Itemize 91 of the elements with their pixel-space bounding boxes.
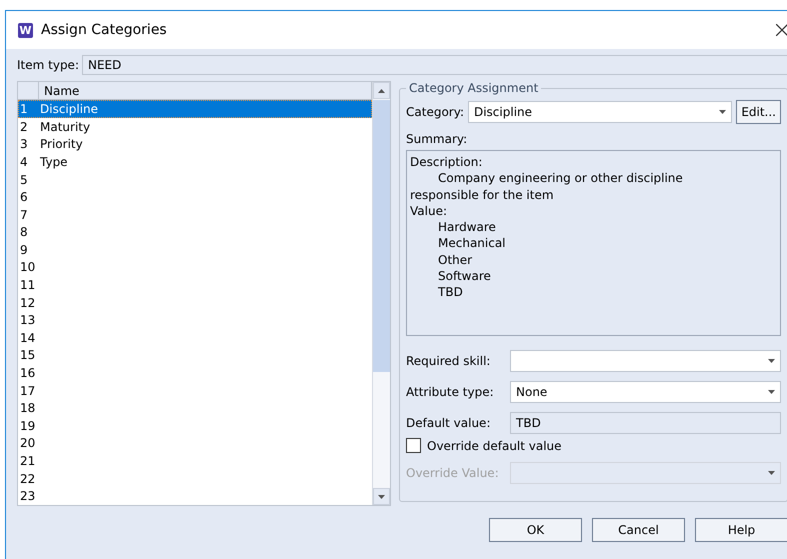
row-number: 2 [19, 120, 29, 134]
list-row[interactable]: 19 [18, 417, 372, 435]
field-label: Category: [406, 105, 464, 119]
edit-button[interactable]: Edit... [736, 100, 781, 124]
list-row[interactable]: 6 [18, 188, 372, 206]
caret-icon [378, 494, 385, 498]
row-number: 22 [19, 472, 36, 486]
list-row[interactable]: 14 [18, 329, 372, 347]
list-row[interactable]: 18 [18, 399, 372, 418]
list-row[interactable]: 22 [18, 470, 372, 488]
summary-label: Summary: [406, 132, 468, 146]
group-legend: Category Assignment [406, 81, 542, 95]
field-label: Default value: [406, 416, 492, 430]
list-row[interactable]: 12 [18, 294, 372, 312]
row-name: Discipline [40, 102, 98, 116]
row-number: 16 [19, 366, 36, 380]
list-row[interactable]: 8 [18, 224, 372, 242]
row-number: 17 [19, 384, 36, 398]
summary-text: Company engineering or other discipline [437, 170, 684, 187]
list-row[interactable]: 17 [18, 382, 372, 400]
list-row[interactable]: 16 [18, 364, 372, 382]
summary-text: Value: [410, 202, 448, 220]
list-row[interactable]: 11 [18, 276, 372, 294]
list-row[interactable]: 9 [18, 241, 372, 259]
list-row[interactable]: 20 [18, 434, 372, 452]
row-number: 11 [19, 278, 36, 292]
list-row[interactable]: 3 Priority [18, 136, 372, 154]
field-label: Attribute type: [406, 385, 495, 399]
summary-text: Other [437, 252, 474, 268]
list-row[interactable]: 7 [18, 206, 372, 224]
dialog-button[interactable]: Help [695, 518, 787, 542]
row-number: 6 [19, 190, 29, 204]
close-icon[interactable] [776, 24, 787, 36]
row-number: 12 [19, 296, 36, 310]
row-name: Priority [40, 137, 83, 152]
row-number: 10 [19, 260, 36, 274]
field-label: Override Value: [406, 466, 500, 480]
row-name: Type [40, 154, 68, 169]
row-number: 14 [19, 330, 36, 345]
list-row[interactable]: 13 [18, 311, 372, 330]
row-name: Maturity [40, 120, 90, 134]
dialog-button[interactable]: OK [489, 518, 582, 542]
list-row[interactable]: 21 [18, 452, 372, 470]
row-number: 1 [19, 102, 29, 116]
checkbox-label: Override default value [427, 438, 562, 452]
input-field[interactable]: TBD [510, 412, 781, 434]
summary-text: TBD [437, 284, 464, 301]
row-number: 8 [19, 225, 29, 240]
row-number: 20 [19, 436, 36, 450]
scroll-down-button[interactable] [373, 488, 390, 505]
row-number: 3 [19, 137, 29, 152]
dropdown-field[interactable]: Discipline [468, 101, 732, 123]
row-number: 21 [19, 454, 36, 468]
row-number: 4 [19, 154, 29, 169]
field-label: Required skill: [406, 354, 492, 368]
list-row[interactable]: 15 [18, 346, 372, 364]
app-icon: W [18, 22, 33, 38]
row-number: 18 [19, 401, 36, 416]
item-type-field: NEED [82, 55, 787, 75]
scrollbar[interactable] [372, 82, 390, 505]
row-number: 9 [19, 242, 29, 257]
scroll-up-button[interactable] [373, 82, 390, 99]
caret-icon [768, 390, 775, 394]
summary-text: Mechanical [437, 235, 507, 252]
field-label: Item type: [17, 58, 79, 72]
caret-icon [719, 110, 726, 114]
summary-text: Description: [410, 154, 484, 170]
dropdown-field[interactable] [510, 350, 781, 372]
list-row[interactable]: 23 [18, 487, 372, 505]
dropdown-field[interactable]: None [510, 381, 781, 403]
list-row[interactable]: 5 [18, 170, 372, 188]
window-title: Assign Categories [41, 22, 168, 38]
caret-icon [768, 471, 775, 475]
checkbox[interactable] [406, 438, 421, 453]
list-row[interactable]: 4 Type [18, 153, 372, 171]
scroll-thumb[interactable] [373, 100, 390, 372]
list-row[interactable]: 1 Discipline [18, 100, 372, 118]
summary-text: responsible for the item [410, 186, 555, 203]
summary-text: Hardware [437, 219, 497, 236]
list-row[interactable]: 2 Maturity [18, 118, 372, 136]
summary-text: Software [437, 268, 492, 284]
caret-icon [378, 88, 385, 92]
row-number: 13 [19, 313, 36, 328]
list-row[interactable]: 10 [18, 258, 372, 276]
row-number: 5 [19, 172, 29, 187]
row-number: 19 [19, 418, 36, 433]
dialog-button[interactable]: Cancel [592, 518, 685, 542]
row-number: 23 [19, 489, 36, 504]
row-number: 7 [19, 208, 29, 222]
row-number: 15 [19, 348, 36, 362]
caret-icon [768, 359, 775, 363]
